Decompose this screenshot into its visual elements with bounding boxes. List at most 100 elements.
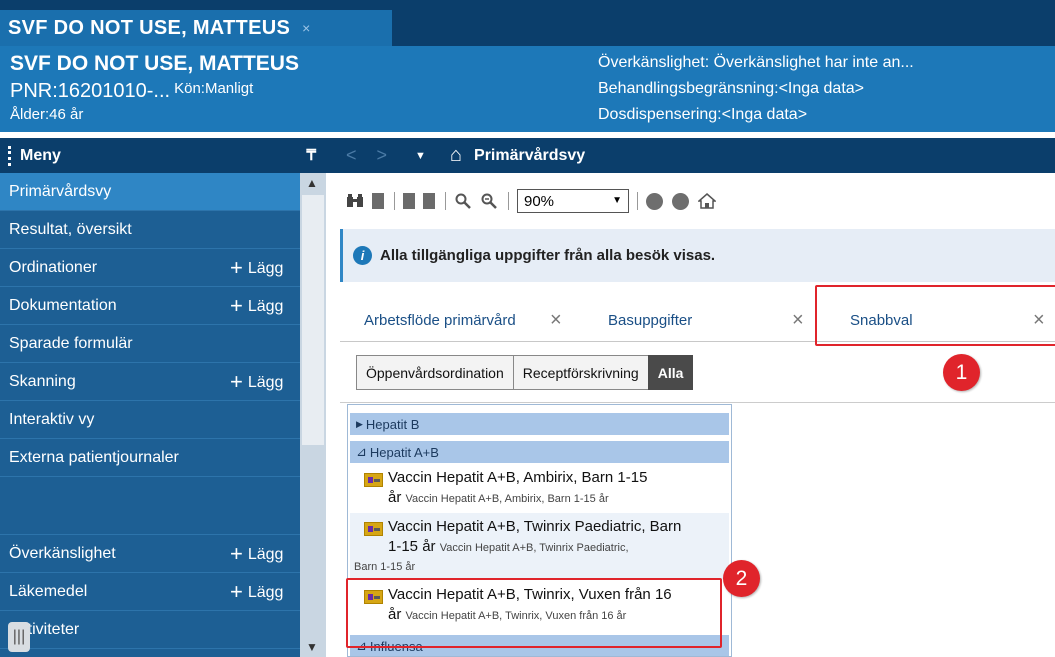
filter-button-group: Öppenvårdsordination Receptförskrivning … (356, 355, 694, 390)
patient-name: SVF DO NOT USE, MATTEUS (10, 52, 299, 75)
menu-item-primarvardsvy[interactable]: Primärvårdsvy (0, 173, 300, 211)
tab-basuppgifter[interactable]: Basuppgifter (608, 298, 692, 342)
patient-tab[interactable]: SVF DO NOT USE, MATTEUS × (0, 10, 392, 46)
forward-arrow-icon[interactable]: > (377, 145, 388, 166)
page-title: Primärvårdsvy (474, 146, 586, 164)
info-text: Alla tillgängliga uppgifter från alla be… (380, 247, 716, 264)
info-bar: i Alla tillgängliga uppgifter från alla … (340, 229, 1055, 282)
item-subtext: Barn 1-15 år (354, 561, 416, 573)
menu-item-dokumentation[interactable]: Dokumentation + Lägg (0, 287, 300, 325)
toolbar-divider (445, 192, 446, 210)
group-label: Hepatit B (365, 416, 420, 432)
menu-item-label: Externa patientjournaler (9, 448, 179, 466)
menu-item-label: Läkemedel (9, 582, 88, 600)
menu-item-externa-journaler[interactable]: Externa patientjournaler (0, 439, 300, 477)
menu-item-sparade-formular[interactable]: Sparade formulär (0, 325, 300, 363)
close-icon[interactable]: × (550, 309, 562, 332)
plus-icon: + (230, 578, 243, 604)
expand-icon[interactable]: ▶ (356, 419, 363, 430)
highlight-box-snabbval (815, 285, 1055, 346)
menu-grip-icon (8, 145, 12, 166)
allergy-info[interactable]: Överkänslighet: Överkänslighet har inte … (598, 54, 914, 72)
add-overkanslighet-button[interactable]: + Lägg (230, 541, 283, 567)
list-item[interactable]: Vaccin Hepatit A+B, Ambirix, Barn 1-15 å… (350, 464, 729, 512)
home-page-icon[interactable] (698, 192, 716, 210)
menu-header: Meny ₸ (0, 138, 326, 173)
filter-alla[interactable]: Alla (647, 355, 694, 390)
zoom-select[interactable]: 90% ▼ (517, 189, 629, 213)
vaccine-order-icon (364, 522, 383, 536)
menu-item-resultat[interactable]: Resultat, översikt (0, 211, 300, 249)
plus-icon: + (230, 368, 243, 394)
menu-item-label: Resultat, översikt (9, 220, 132, 238)
filter-oppenvardsordination[interactable]: Öppenvårdsordination (356, 355, 514, 390)
plus-icon: + (230, 254, 243, 280)
pnr-value: PNR:16201010-... (10, 80, 171, 102)
pin-icon[interactable]: ₸ (306, 146, 316, 164)
patient-gender: Kön:Manligt (174, 80, 254, 97)
toolbar-divider (508, 192, 509, 210)
menu-item-overkanslighet[interactable]: Överkänslighet + Lägg (0, 535, 300, 573)
menu-item-label: Överkänslighet (9, 544, 116, 562)
callout-badge-1: 1 (943, 354, 980, 391)
group-hepatit-b[interactable]: ▶ Hepatit B (350, 413, 729, 435)
menu-item-label: Skanning (9, 372, 76, 390)
tab-label: Arbetsflöde primärvård (364, 311, 516, 329)
chevron-down-icon: ▼ (612, 195, 622, 206)
print-icon[interactable] (403, 193, 415, 209)
menu-item-label: Primärvårdsvy (9, 182, 112, 200)
print-preview-icon[interactable] (423, 193, 435, 209)
menu-item-skanning[interactable]: Skanning + Lägg (0, 363, 300, 401)
history-dropdown-icon[interactable]: ▼ (415, 150, 426, 162)
close-tab-icon[interactable]: × (302, 20, 310, 36)
vaccine-order-icon (364, 473, 383, 487)
plus-icon: + (230, 540, 243, 566)
item-text: Vaccin Hepatit A+B, Ambirix, Barn 1-15 å… (388, 469, 648, 506)
tab-arbetsflode[interactable]: Arbetsflöde primärvård (364, 298, 516, 342)
patient-banner: SVF DO NOT USE, MATTEUS PNR:16201010-...… (0, 46, 1055, 132)
toolbar-divider (637, 192, 638, 210)
stop-icon[interactable] (646, 192, 663, 210)
scroll-down-icon[interactable]: ▼ (306, 640, 318, 654)
menu-item-label: Ordinationer (9, 258, 98, 276)
add-skanning-button[interactable]: + Lägg (230, 369, 283, 395)
left-menu: Meny ₸ Primärvårdsvy Resultat, översikt … (0, 138, 326, 657)
panel-grip-handle[interactable]: ||| (8, 622, 30, 652)
patient-tab-title: SVF DO NOT USE, MATTEUS (8, 16, 291, 39)
home-icon[interactable]: ⌂ (450, 144, 462, 167)
back-arrow-icon[interactable]: < (346, 145, 357, 166)
zoom-in-icon[interactable] (480, 192, 498, 210)
callout-badge-2: 2 (723, 560, 760, 597)
binoculars-icon[interactable] (346, 192, 364, 210)
menu-item-label: Sparade formulär (9, 334, 133, 352)
menu-item-interaktiv-vy[interactable]: Interaktiv vy (0, 401, 300, 439)
dose-dispensing-info: Dosdispensering:<Inga data> (598, 106, 808, 123)
toolbar-divider (394, 192, 395, 210)
divider (340, 402, 1055, 403)
tab-label: Basuppgifter (608, 311, 693, 329)
close-icon[interactable]: × (792, 309, 804, 332)
group-hepatit-ab[interactable]: ⊿ Hepatit A+B (350, 441, 729, 463)
scrollbar-thumb[interactable] (302, 195, 324, 445)
filter-receptforskrivning[interactable]: Receptförskrivning (512, 355, 649, 390)
scroll-up-icon[interactable]: ▲ (306, 176, 318, 190)
refresh-icon[interactable] (672, 192, 689, 210)
add-lakemedel-button[interactable]: + Lägg (230, 579, 283, 605)
zoom-out-icon[interactable] (454, 192, 472, 210)
group-label: Hepatit A+B (369, 444, 439, 460)
add-dokumentation-button[interactable]: + Lägg (230, 293, 283, 319)
menu-item-ordinationer[interactable]: Ordinationer + Lägg (0, 249, 300, 287)
list-item[interactable]: Vaccin Hepatit A+B, Twinrix Paediatric, … (350, 513, 729, 579)
menu-item-lakemedel[interactable]: Läkemedel + Lägg (0, 573, 300, 611)
window-tab-bar: SVF DO NOT USE, MATTEUS × (0, 0, 1055, 46)
menu-item-label: Interaktiv vy (9, 410, 95, 428)
patient-pnr: PNR:16201010-... Kön:Manligt (10, 80, 253, 103)
collapse-icon[interactable]: ⊿ (356, 444, 367, 460)
zoom-value: 90% (524, 192, 555, 210)
menu-list: Primärvårdsvy Resultat, översikt Ordinat… (0, 173, 326, 649)
toolbar: 90% ▼ (326, 173, 1055, 229)
menu-item-aktiviteter[interactable]: Aktiviteter (0, 611, 300, 649)
page-icon[interactable] (372, 193, 384, 209)
menu-scrollbar[interactable]: ▲ ▼ (300, 173, 326, 657)
add-ordination-button[interactable]: + Lägg (230, 255, 283, 281)
